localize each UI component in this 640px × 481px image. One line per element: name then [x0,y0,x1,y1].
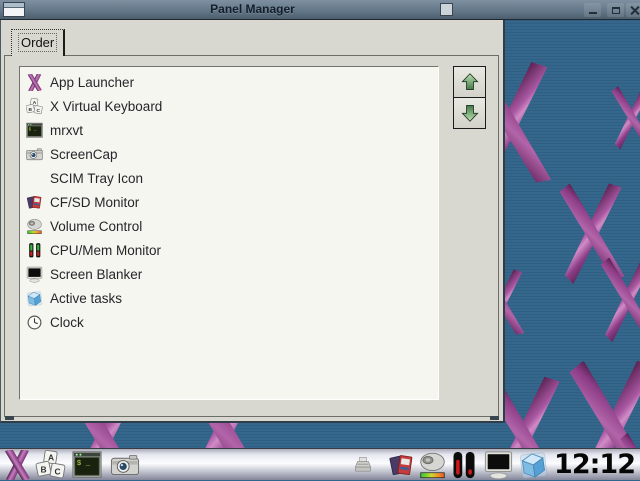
titlebar-blank-button[interactable] [440,3,453,16]
ribbon-decoration [613,87,640,149]
clock-face-icon [26,314,43,331]
window-title: Panel Manager [210,2,295,16]
active-tasks-cube-icon[interactable] [518,450,549,480]
taskbar-tray: 12:12 [352,449,638,481]
terminal-icon[interactable] [70,450,104,480]
memory-cards-icon[interactable] [388,451,415,480]
maximize-icon [611,6,620,14]
move-up-button[interactable] [453,66,486,98]
camera-icon [26,146,43,163]
list-item-screencap[interactable]: ScreenCap [20,142,438,166]
ribbon-decoration [562,185,623,284]
list-item-scim-tray-icon[interactable]: SCIM Tray Icon [20,166,438,190]
down-arrow-icon [459,102,481,124]
list-item-label: ScreenCap [50,146,118,162]
memory-cards-icon [26,194,43,211]
cpu-mem-bars-icon [26,242,43,259]
volume-speaker-icon[interactable] [417,451,448,480]
taskbar: 12:12 [0,448,640,480]
list-item-clock[interactable]: Clock [20,310,438,334]
screen-blanker-icon[interactable] [480,450,517,480]
list-item-cpu-mem-monitor[interactable]: CPU/Mem Monitor [20,238,438,262]
close-icon [629,5,640,16]
list-item-volume-control[interactable]: Volume Control [20,214,438,238]
tab-label: Order [18,33,58,52]
list-item-label: Volume Control [50,218,143,234]
list-item-label: X Virtual Keyboard [50,98,163,114]
ribbon-decoration [602,258,640,341]
resize-grip-left[interactable] [5,416,14,420]
close-button[interactable] [626,3,640,17]
list-item-x-virtual-keyboard[interactable]: X Virtual Keyboard [20,94,438,118]
minimize-icon [588,11,597,14]
tab-order[interactable]: Order [11,29,66,56]
move-down-button[interactable] [453,97,486,129]
list-item-label: mrxvt [50,122,83,138]
minimize-button[interactable] [584,3,601,17]
panel-items-list: App Launcher X Virtual Keyboard mrxvt Sc… [19,66,439,400]
taskbar-clock: 12:12 [554,449,636,480]
scim-input-icon[interactable] [352,454,374,476]
list-item-label: CPU/Mem Monitor [50,242,162,258]
cube-icon [26,290,43,307]
list-item-label: CF/SD Monitor [50,194,140,210]
list-item-label: App Launcher [50,74,135,90]
list-item-mrxvt[interactable]: mrxvt [20,118,438,142]
list-item-label: Screen Blanker [50,266,143,282]
resize-grip-right[interactable] [490,416,499,420]
up-arrow-icon [459,71,481,93]
window-titlebar: Panel Manager [0,0,640,20]
list-item-app-launcher[interactable]: App Launcher [20,70,438,94]
list-item-screen-blanker[interactable]: Screen Blanker [20,262,438,286]
taskbar-launchers [2,449,143,481]
x-app-launcher-icon[interactable] [2,450,32,480]
speaker-icon [26,218,43,235]
list-item-label: Clock [50,314,84,330]
cpu-mem-bars-icon[interactable] [450,450,478,480]
maximize-button[interactable] [607,3,624,17]
list-item-label: SCIM Tray Icon [50,170,144,186]
monitor-icon [26,266,43,283]
list-item-active-tasks[interactable]: Active tasks [20,286,438,310]
terminal-icon [26,122,43,139]
keyboard-keys-icon [26,98,43,115]
x-ribbon-icon [26,74,43,91]
blank-icon [26,170,43,187]
list-item-cf-sd-monitor[interactable]: CF/SD Monitor [20,190,438,214]
list-item-label: Active tasks [50,290,123,306]
panel-manager-window: Order App Launcher X Virtual Keyboard mr… [0,20,505,423]
camera-icon[interactable] [107,451,143,480]
keyboard-keys-icon[interactable] [35,450,67,480]
